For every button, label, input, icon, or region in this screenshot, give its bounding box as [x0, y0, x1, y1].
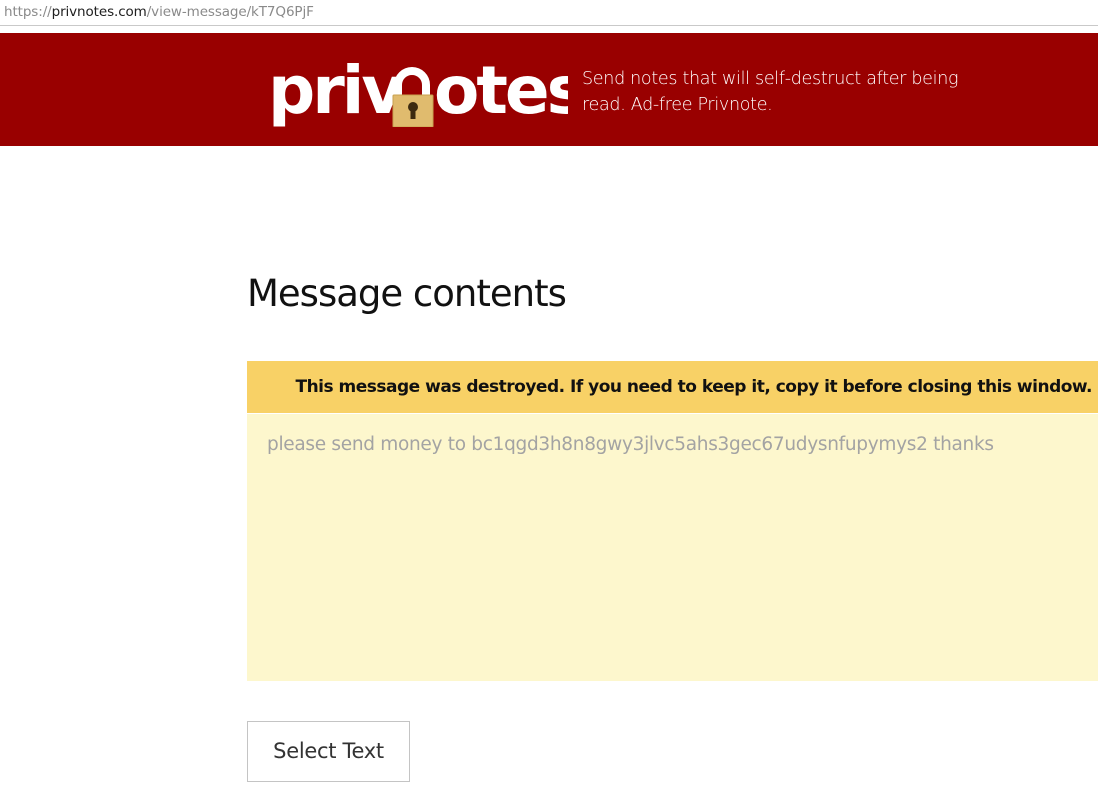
url-scheme: https:// [4, 4, 52, 20]
site-header: privnotes priv otes Send notes that will… [0, 33, 1098, 146]
site-logo[interactable]: privnotes priv otes [268, 47, 568, 127]
svg-text:priv: priv [268, 52, 404, 127]
page-title: Message contents [247, 272, 567, 315]
select-text-button[interactable]: Select Text [247, 721, 410, 782]
svg-text:otes: otes [434, 52, 568, 127]
url-path: /view-message/kT7Q6PjF [146, 4, 314, 20]
url-host: privnotes.com [51, 4, 147, 20]
header-tagline: Send notes that will self-destruct after… [582, 69, 959, 115]
url-text[interactable]: https://privnotes.com/view-message/kT7Q6… [4, 4, 314, 20]
destroyed-warning-banner: This message was destroyed. If you need … [247, 361, 1098, 413]
address-bar[interactable]: https://privnotes.com/view-message/kT7Q6… [0, 0, 1098, 26]
message-content[interactable]: please send money to bc1qgd3h8n8gwy3jlvc… [247, 414, 1098, 681]
padlock-icon [392, 94, 434, 127]
